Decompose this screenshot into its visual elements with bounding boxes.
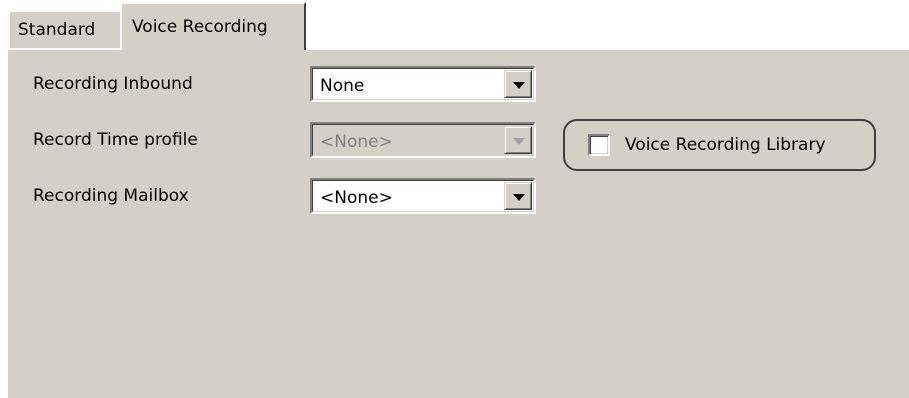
recording-mailbox-select[interactable]: <None> xyxy=(310,178,536,214)
recording-inbound-label: Recording Inbound xyxy=(33,74,193,94)
recording-mailbox-label: Recording Mailbox xyxy=(33,186,189,206)
recording-mailbox-dropdown-button[interactable] xyxy=(504,182,532,210)
recording-mailbox-value: <None> xyxy=(320,188,393,208)
record-time-profile-value: <None> xyxy=(320,132,393,152)
voice-recording-library-checkbox[interactable] xyxy=(588,134,610,156)
recording-inbound-select[interactable]: None xyxy=(310,66,536,102)
record-time-profile-select: <None> xyxy=(310,122,536,158)
tab-standard-label: Standard xyxy=(18,20,96,40)
voice-recording-library-label[interactable]: Voice Recording Library xyxy=(625,134,826,156)
recording-inbound-dropdown-button[interactable] xyxy=(504,70,532,98)
voice-recording-panel: Recording Inbound None Record Time profi… xyxy=(6,48,909,398)
tab-strip: Standard Voice Recording xyxy=(6,0,906,50)
tab-standard[interactable]: Standard xyxy=(8,10,122,48)
tab-voice-recording[interactable]: Voice Recording xyxy=(120,2,306,50)
chevron-down-icon xyxy=(513,194,525,201)
record-time-profile-label: Record Time profile xyxy=(33,130,198,150)
recording-inbound-value: None xyxy=(320,76,365,96)
tab-voice-recording-label: Voice Recording xyxy=(132,17,268,37)
chevron-down-icon xyxy=(513,82,525,89)
chevron-down-icon xyxy=(513,138,525,145)
record-time-profile-dropdown-button xyxy=(504,126,532,154)
voice-recording-library-group: Voice Recording Library xyxy=(563,119,876,171)
